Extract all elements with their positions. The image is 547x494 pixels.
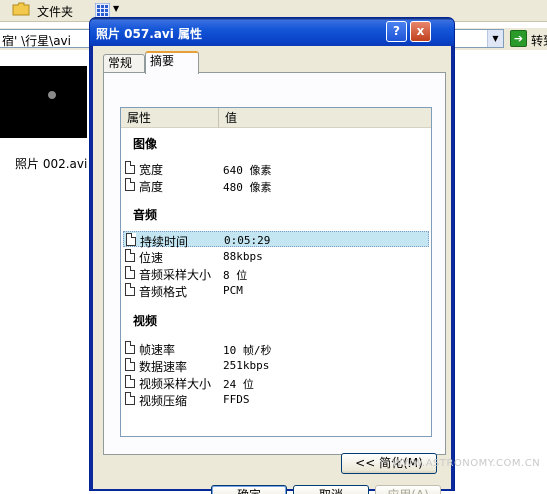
document-icon bbox=[125, 392, 135, 405]
views-icon bbox=[95, 3, 110, 18]
dialog-title: 照片 057.avi 属性 bbox=[96, 27, 202, 41]
property-label: 位速 bbox=[139, 251, 164, 265]
list-header: 属性 值 bbox=[121, 108, 431, 128]
folder-icon[interactable] bbox=[12, 2, 30, 16]
close-button[interactable]: x bbox=[410, 21, 431, 42]
go-button-label[interactable]: 转到 bbox=[531, 32, 547, 49]
property-label: 数据速率 bbox=[139, 360, 188, 374]
ok-button[interactable]: 确定 bbox=[211, 485, 287, 494]
summary-tab-panel: 属性 值 图像 宽度 640 像素 高度 480 像素 音频 持续时间 0:05… bbox=[103, 72, 446, 455]
list-item-selected[interactable]: 持续时间 0:05:29 bbox=[123, 231, 429, 249]
list-item[interactable]: 视频采样大小 24 位 bbox=[123, 374, 429, 391]
property-value: PCM bbox=[223, 284, 243, 297]
list-item[interactable]: 帧速率 10 帧/秒 bbox=[123, 340, 429, 357]
property-value: FFDS bbox=[223, 393, 250, 406]
document-icon bbox=[125, 341, 135, 354]
property-value: 251kbps bbox=[223, 359, 270, 372]
address-dropdown-icon[interactable]: ▼ bbox=[487, 30, 503, 47]
tab-general[interactable]: 常规 bbox=[103, 54, 145, 73]
property-label: 高度 bbox=[139, 180, 164, 194]
list-item[interactable]: 音频采样大小 8 位 bbox=[123, 265, 429, 282]
property-value: 8 位 bbox=[223, 269, 248, 282]
document-icon bbox=[126, 233, 136, 246]
property-label: 帧速率 bbox=[139, 343, 176, 357]
document-icon bbox=[125, 161, 135, 174]
document-icon bbox=[125, 266, 135, 279]
document-icon bbox=[125, 358, 135, 371]
property-label: 视频压缩 bbox=[139, 394, 188, 408]
watermark: WWW.ASTRONOMY.COM.CN bbox=[392, 458, 541, 469]
folders-button-label[interactable]: 文件夹 bbox=[37, 3, 73, 20]
dialog-titlebar[interactable]: 照片 057.avi 属性 ? x bbox=[90, 18, 454, 46]
video-thumbnail[interactable] bbox=[0, 66, 87, 138]
property-value: 0:05:29 bbox=[224, 234, 271, 247]
cancel-button[interactable]: 取消 bbox=[293, 485, 369, 494]
list-item[interactable]: 高度 480 像素 bbox=[123, 177, 429, 194]
group-video-title: 视频 bbox=[133, 314, 158, 328]
property-label: 宽度 bbox=[139, 163, 164, 177]
go-arrow-icon[interactable]: ➔ bbox=[510, 30, 527, 47]
group-audio-title: 音频 bbox=[133, 208, 158, 222]
document-icon bbox=[125, 283, 135, 296]
column-header-property[interactable]: 属性 bbox=[121, 108, 219, 128]
document-icon bbox=[125, 249, 135, 262]
address-text: 宿' \行星\avi bbox=[2, 34, 71, 48]
property-value: 10 帧/秒 bbox=[223, 344, 272, 357]
property-label: 视频采样大小 bbox=[139, 377, 212, 391]
property-value: 480 像素 bbox=[223, 181, 272, 194]
thumbnail-filename[interactable]: 照片 002.avi bbox=[15, 155, 87, 172]
list-item[interactable]: 音频格式 PCM bbox=[123, 282, 429, 299]
apply-button[interactable]: 应用(A) bbox=[375, 485, 441, 494]
property-label: 音频采样大小 bbox=[139, 268, 212, 282]
property-value: 88kbps bbox=[223, 250, 263, 263]
document-icon bbox=[125, 375, 135, 388]
dialog-body: 常规 摘要 属性 值 图像 宽度 640 像素 高度 480 像素 音频 持续时… bbox=[93, 46, 451, 494]
property-value: 640 像素 bbox=[223, 164, 272, 177]
views-dropdown-arrow-icon: ▼ bbox=[113, 4, 120, 13]
list-item[interactable]: 位速 88kbps bbox=[123, 248, 429, 265]
properties-dialog: 照片 057.avi 属性 ? x 常规 摘要 属性 值 图像 宽度 640 像… bbox=[89, 17, 455, 494]
tab-summary[interactable]: 摘要 bbox=[145, 51, 199, 74]
list-item[interactable]: 数据速率 251kbps bbox=[123, 357, 429, 374]
thumbnail-planet-dot bbox=[48, 91, 56, 99]
property-value: 24 位 bbox=[223, 378, 254, 391]
property-label: 音频格式 bbox=[139, 285, 188, 299]
list-item[interactable]: 视频压缩 FFDS bbox=[123, 391, 429, 408]
document-icon bbox=[125, 178, 135, 191]
list-item[interactable]: 宽度 640 像素 bbox=[123, 160, 429, 177]
group-image-title: 图像 bbox=[133, 137, 158, 151]
help-button[interactable]: ? bbox=[386, 21, 407, 42]
column-header-value[interactable]: 值 bbox=[219, 108, 431, 128]
property-list[interactable]: 属性 值 图像 宽度 640 像素 高度 480 像素 音频 持续时间 0:05… bbox=[120, 107, 432, 437]
